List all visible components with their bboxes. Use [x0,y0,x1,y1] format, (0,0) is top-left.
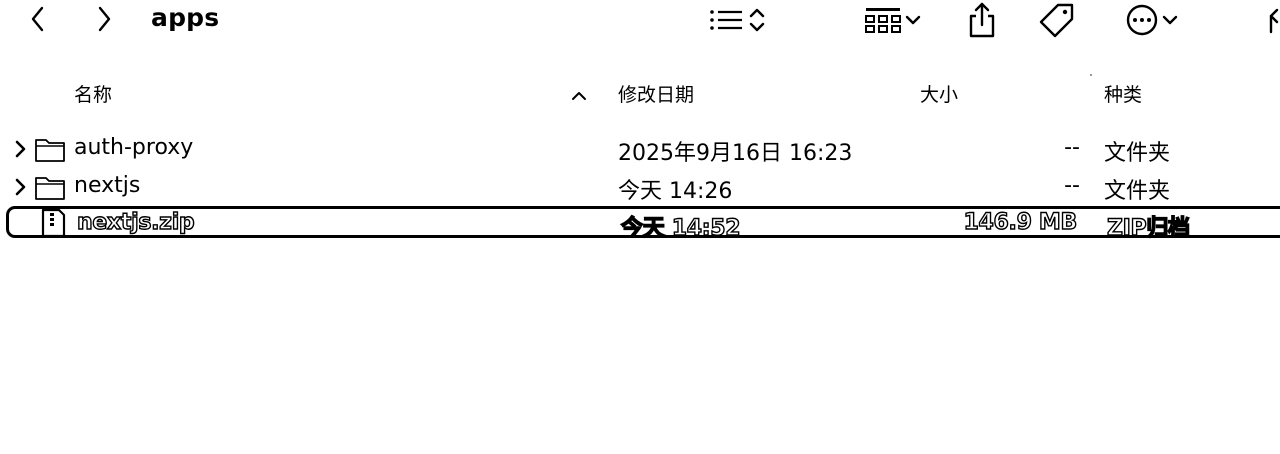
search-icon[interactable] [1262,2,1280,38]
file-name: nextjs [74,173,141,198]
file-size: 146.9 MB [963,209,1078,235]
ellipsis-circle-icon [1126,4,1158,36]
list-item[interactable]: auth-proxy 2025年9月16日 16:23 -- 文件夹 [0,130,1280,168]
file-kind: 文件夹 [1104,179,1171,204]
file-date: 2025年9月16日 16:23 [618,141,853,166]
folder-icon [35,139,65,162]
chevron-left-icon [31,6,44,32]
folder-icon [35,177,65,200]
chevron-down-icon [905,15,921,25]
column-name-header[interactable]: 名称 [74,80,112,107]
chevron-right-icon [98,6,111,32]
group-button[interactable] [856,2,930,38]
sort-ascending-icon[interactable] [568,86,590,104]
list-view-icon [710,10,742,30]
back-button[interactable] [22,3,54,35]
file-name: auth-proxy [74,135,194,160]
disclosure-triangle-icon[interactable] [11,137,29,161]
forward-button[interactable] [88,3,120,35]
chevron-down-icon [1162,15,1178,25]
disclosure-triangle-icon[interactable] [11,175,29,199]
list-item-selected[interactable]: nextjs.zip 今天 14:52 146.9 MB ZIP归档 [6,206,1280,242]
file-kind: 文件夹 [1104,141,1171,166]
tag-button[interactable] [1036,0,1078,40]
zip-file-icon [41,209,66,237]
file-name: nextjs.zip [76,209,195,235]
column-size-header[interactable]: 大小 [920,80,958,107]
up-down-chevron-icon [749,8,765,32]
window-title: apps [151,3,220,32]
grid-group-icon [865,8,901,33]
column-header: 名称 修改日期 大小 种类 [0,72,1280,114]
file-date: 今天 14:26 [618,179,733,204]
column-kind-header[interactable]: 种类 [1104,80,1142,107]
file-size: -- [1064,135,1080,160]
share-button[interactable] [962,0,1002,40]
file-date: 今天 14:52 [620,215,741,241]
view-mode-button[interactable] [700,2,774,38]
tag-icon [1039,3,1074,38]
share-icon [969,2,995,38]
column-date-header[interactable]: 修改日期 [618,80,694,107]
file-size: -- [1064,173,1080,198]
toolbar: apps [0,0,1280,40]
more-actions-button[interactable] [1116,2,1188,38]
file-kind: ZIP归档 [1106,215,1190,241]
list-item[interactable]: nextjs 今天 14:26 -- 文件夹 [0,168,1280,206]
column-divider [1090,74,1092,76]
